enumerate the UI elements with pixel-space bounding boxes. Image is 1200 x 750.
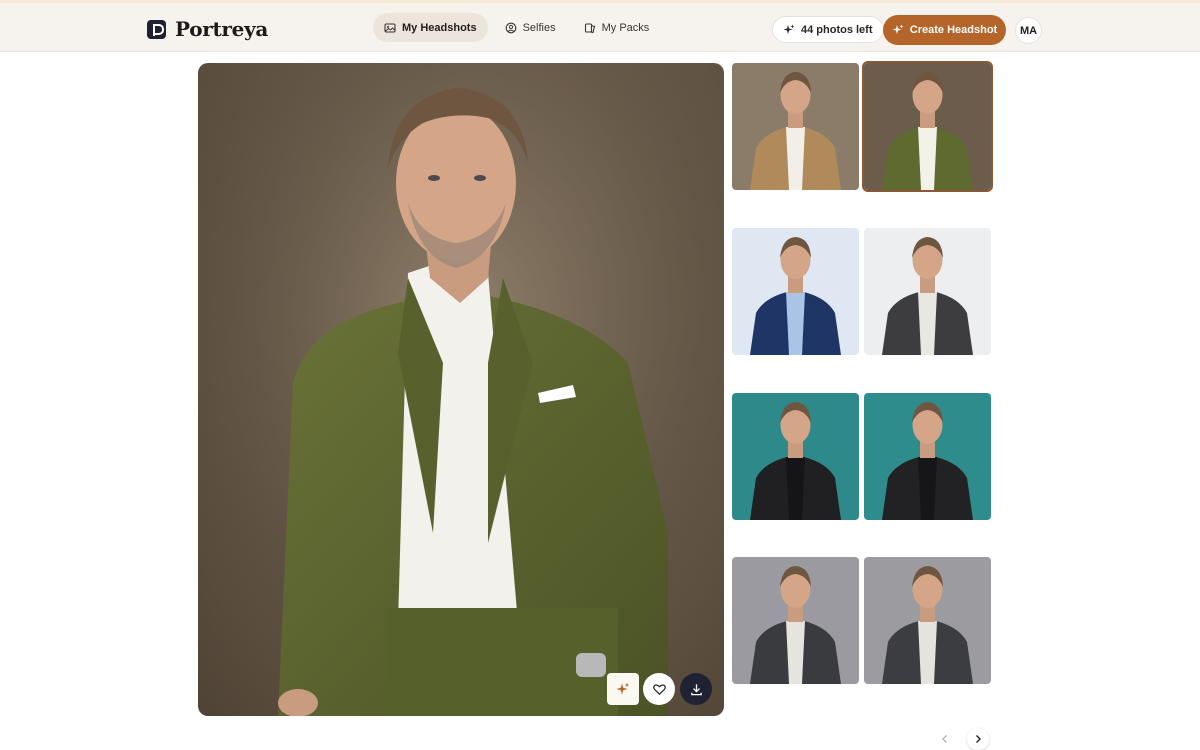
chevron-right-icon	[976, 735, 981, 743]
chevron-left-icon	[942, 735, 947, 743]
enhance-button[interactable]	[607, 673, 639, 705]
nav-item-my-packs[interactable]: My Packs	[573, 13, 661, 42]
packs-icon	[584, 22, 595, 33]
sparkle-icon	[892, 24, 904, 34]
heart-icon	[652, 683, 666, 695]
thumbnail[interactable]	[732, 393, 859, 520]
photos-left-badge[interactable]: 44 photos left	[772, 16, 884, 43]
nav-item-selfies[interactable]: Selfies	[494, 13, 567, 42]
thumbnail[interactable]	[864, 228, 991, 355]
avatar-initials: MA	[1019, 24, 1038, 37]
download-button[interactable]	[680, 673, 712, 705]
thumbnail[interactable]	[862, 61, 993, 192]
user-avatar[interactable]: MA	[1015, 17, 1042, 44]
brand-name: Portreya	[175, 17, 269, 41]
thumbnail[interactable]	[732, 228, 859, 355]
headshot-thumbnail-image	[864, 393, 991, 520]
headshot-thumbnail-image	[864, 557, 991, 684]
main-headshot-image[interactable]	[198, 63, 724, 716]
headshot-thumbnail-image	[864, 63, 991, 190]
pagination-prev-button[interactable]	[934, 728, 956, 750]
brand[interactable]: Portreya	[147, 17, 268, 41]
thumbnail[interactable]	[732, 63, 859, 190]
nav-label: My Headshots	[402, 21, 477, 34]
main-nav: My Headshots Selfies My Packs	[373, 13, 660, 42]
headshot-thumbnail-image	[864, 228, 991, 355]
sparkle-icon	[783, 24, 795, 34]
download-icon	[690, 683, 702, 695]
create-headshot-button[interactable]: Create Headshot	[883, 15, 1006, 45]
nav-label: My Packs	[601, 21, 650, 34]
portreya-logo-icon	[147, 19, 166, 39]
thumbnail[interactable]	[732, 557, 859, 684]
nav-item-my-headshots[interactable]: My Headshots	[373, 13, 488, 42]
thumbnail[interactable]	[864, 393, 991, 520]
pagination-next-button[interactable]	[967, 728, 989, 750]
headshot-thumbnail-image	[732, 557, 859, 684]
headshot-thumbnail-image	[732, 393, 859, 520]
headshot-thumbnail-image	[732, 63, 859, 190]
image-icon	[384, 22, 396, 33]
headshot-thumbnail-image	[732, 228, 859, 355]
face-icon	[505, 22, 516, 33]
nav-label: Selfies	[522, 21, 556, 34]
create-headshot-label: Create Headshot	[909, 24, 998, 36]
thumbnail[interactable]	[864, 557, 991, 684]
app-header: Portreya My Headshots Selfies My Packs 4…	[0, 3, 1200, 52]
sparkle-icon	[616, 682, 630, 695]
headshot-portrait	[198, 63, 724, 716]
favorite-button[interactable]	[643, 673, 675, 705]
photos-left-text: 44 photos left	[801, 23, 873, 36]
